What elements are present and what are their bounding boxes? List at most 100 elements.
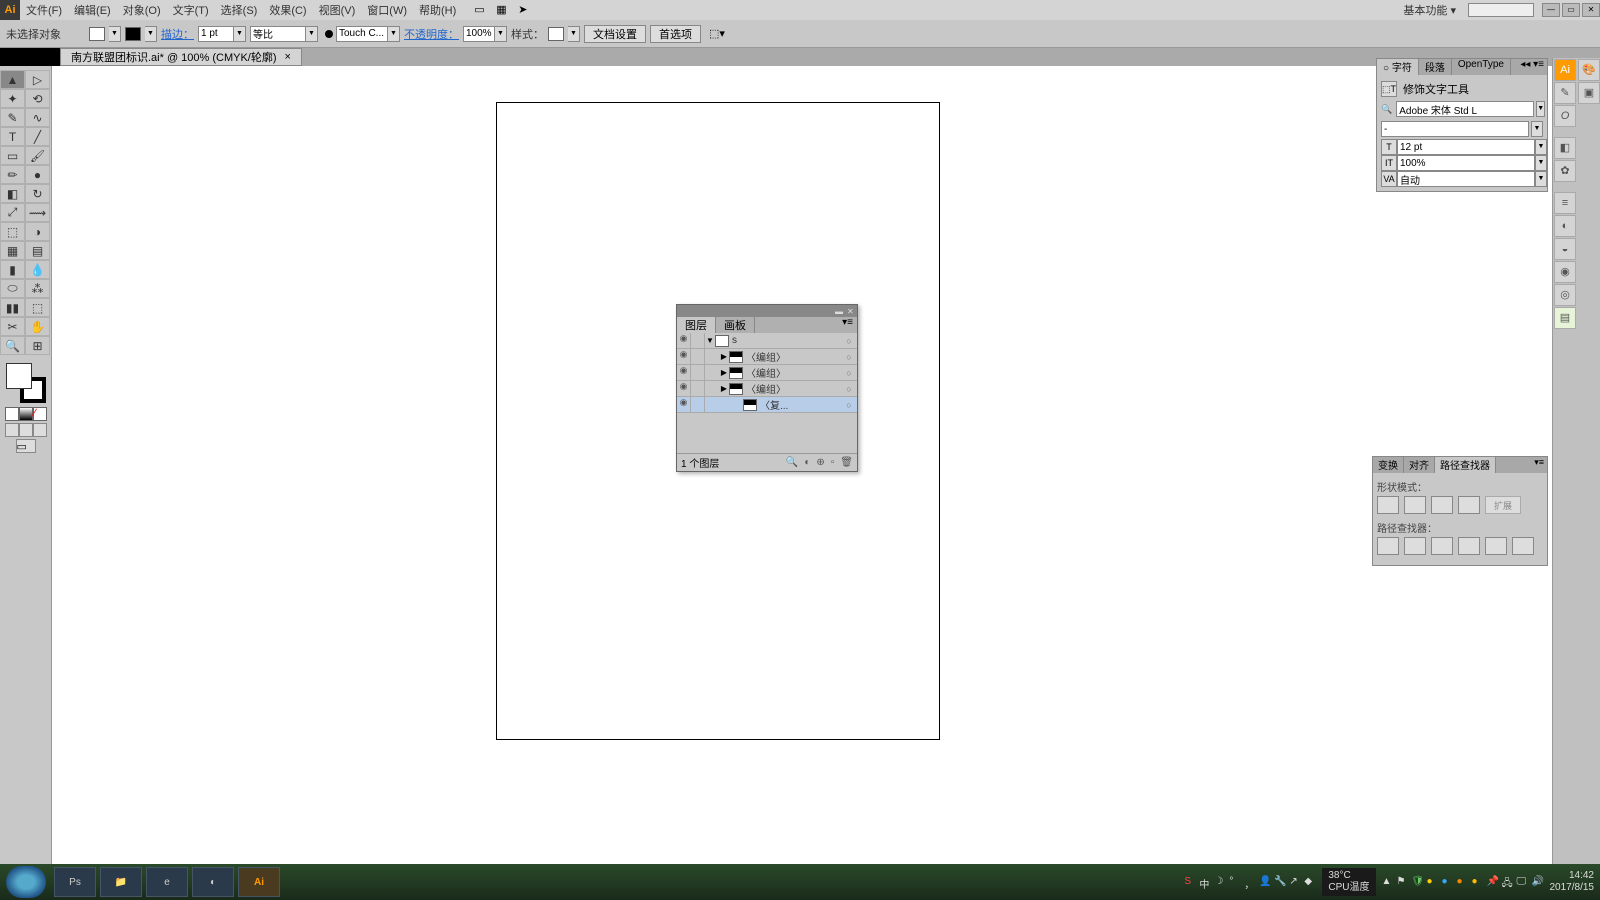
stroke-label[interactable]: 描边： xyxy=(161,26,194,42)
expand-button[interactable]: 扩展 xyxy=(1485,496,1521,514)
opacity-dropdown[interactable]: ▼ xyxy=(495,26,507,42)
shape-builder-tool[interactable]: ◑ xyxy=(25,222,50,241)
target-icon[interactable]: ○ xyxy=(841,368,857,378)
tray-monitor-icon[interactable]: 🖵 xyxy=(1517,876,1529,888)
screen-mode-icon[interactable]: ▭ xyxy=(16,439,36,453)
minus-front-button[interactable] xyxy=(1404,496,1426,514)
lock-toggle[interactable] xyxy=(691,333,705,349)
tray-dot-icon[interactable]: ● xyxy=(1472,876,1484,888)
disclosure-icon[interactable]: ▼ xyxy=(705,336,715,345)
brush-input[interactable] xyxy=(336,26,388,42)
scale-tool[interactable]: ⤢ xyxy=(0,203,25,222)
dock-libraries-icon[interactable]: ▣ xyxy=(1578,82,1600,104)
start-button[interactable] xyxy=(6,866,46,898)
minus-back-button[interactable] xyxy=(1512,537,1534,555)
clock[interactable]: 14:42 2017/8/15 xyxy=(1550,870,1595,894)
blend-tool[interactable]: ⬭ xyxy=(0,279,25,298)
arrange-icon[interactable]: ▦ xyxy=(496,3,510,17)
visibility-toggle[interactable]: ◉ xyxy=(677,349,691,365)
document-tab[interactable]: 南方联盟团标识.ai* @ 100% (CMYK/轮廓) × xyxy=(60,48,302,66)
tray-dot-icon[interactable]: ● xyxy=(1427,876,1439,888)
dock-swatches-icon[interactable]: ◧ xyxy=(1554,137,1576,159)
layer-row[interactable]: ◉▶〈编组〉○ xyxy=(677,381,857,397)
type-tool[interactable]: T xyxy=(0,127,25,146)
disclosure-icon[interactable]: ▶ xyxy=(719,368,729,377)
vscale-input[interactable] xyxy=(1397,155,1535,171)
lock-toggle[interactable] xyxy=(691,365,705,381)
tray-icon[interactable]: ， xyxy=(1244,876,1256,888)
tab-paragraph[interactable]: 段落 xyxy=(1419,59,1452,75)
menu-file[interactable]: 文件(F) xyxy=(20,2,68,18)
taskbar-illustrator[interactable]: Ai xyxy=(238,867,280,897)
style-swatch[interactable] xyxy=(548,27,564,41)
font-size-input[interactable] xyxy=(1397,139,1535,155)
intersect-button[interactable] xyxy=(1431,496,1453,514)
tray-pin-icon[interactable]: 📌 xyxy=(1487,876,1499,888)
dock-stroke-icon[interactable]: ≡ xyxy=(1554,192,1576,214)
stroke-swatch[interactable] xyxy=(125,27,141,41)
menu-view[interactable]: 视图(V) xyxy=(313,2,362,18)
minimize-button[interactable]: — xyxy=(1542,3,1560,17)
tray-icon[interactable]: ↗ xyxy=(1289,876,1301,888)
tab-artboards[interactable]: 画板 xyxy=(716,317,755,333)
none-mode-icon[interactable]: ∕ xyxy=(33,407,47,421)
close-panel-icon[interactable]: ✕ xyxy=(847,307,855,315)
eyedropper-tool[interactable]: 💧 xyxy=(25,260,50,279)
draw-behind-icon[interactable] xyxy=(19,423,33,437)
dock-brushes-icon[interactable]: ✎ xyxy=(1554,82,1576,104)
eraser-tool[interactable]: ◧ xyxy=(0,184,25,203)
delete-layer-icon[interactable]: 🗑 xyxy=(840,457,853,468)
tray-network-icon[interactable]: 🖧 xyxy=(1502,876,1514,888)
tray-up-icon[interactable]: ▲ xyxy=(1382,876,1394,888)
collapse-icon[interactable]: ▬ xyxy=(835,307,843,315)
dock-appearance-icon[interactable]: ◉ xyxy=(1554,261,1576,283)
tray-icon[interactable]: ◆ xyxy=(1304,876,1316,888)
fill-dropdown[interactable]: ▼ xyxy=(109,26,121,42)
taskbar-browser[interactable]: e xyxy=(146,867,188,897)
tab-character[interactable]: ○ 字符 xyxy=(1377,59,1419,75)
direct-selection-tool[interactable]: ▷ xyxy=(25,70,50,89)
send-icon[interactable]: ➤ xyxy=(518,3,532,17)
layer-name[interactable]: 〈编组〉 xyxy=(746,381,841,396)
trim-button[interactable] xyxy=(1404,537,1426,555)
temperature-widget[interactable]: 38°C CPU温度 xyxy=(1322,868,1375,896)
tray-flag-icon[interactable]: ⚑ xyxy=(1397,876,1409,888)
menu-effect[interactable]: 效果(C) xyxy=(263,2,312,18)
gradient-mode-icon[interactable] xyxy=(19,407,33,421)
stroke-weight-dropdown[interactable]: ▼ xyxy=(234,26,246,42)
document-setup-button[interactable]: 文档设置 xyxy=(584,25,646,43)
dock-layers-icon[interactable]: ▤ xyxy=(1554,307,1576,329)
tray-icon[interactable]: ☽ xyxy=(1214,876,1226,888)
layer-name[interactable]: s xyxy=(732,335,841,346)
touch-type-icon[interactable]: ⬚T xyxy=(1381,81,1397,97)
visibility-toggle[interactable]: ◉ xyxy=(677,397,691,413)
paintbrush-tool[interactable]: 🖌 xyxy=(25,146,50,165)
ime-icon[interactable]: S xyxy=(1184,876,1196,888)
vscale-dropdown[interactable]: ▼ xyxy=(1535,155,1547,171)
rectangle-tool[interactable]: ▭ xyxy=(0,146,25,165)
visibility-toggle[interactable]: ◉ xyxy=(677,381,691,397)
draw-normal-icon[interactable] xyxy=(5,423,19,437)
symbol-sprayer-tool[interactable]: ⁂ xyxy=(25,279,50,298)
menu-select[interactable]: 选择(S) xyxy=(215,2,264,18)
lock-toggle[interactable] xyxy=(691,349,705,365)
perspective-tool[interactable]: ▦ xyxy=(0,241,25,260)
dock-symbols-icon[interactable]: ✿ xyxy=(1554,160,1576,182)
tab-opentype[interactable]: OpenType xyxy=(1452,59,1511,75)
artboard-tool[interactable]: ⬚ xyxy=(25,298,50,317)
tray-icon[interactable]: ° xyxy=(1229,876,1241,888)
hand-tool[interactable]: ✋ xyxy=(25,317,50,336)
selection-tool[interactable]: ▲ xyxy=(0,70,25,89)
tray-icon[interactable]: 👤 xyxy=(1259,876,1271,888)
tray-shield-icon[interactable]: 🛡 xyxy=(1412,876,1424,888)
style-dropdown[interactable]: ▼ xyxy=(1531,121,1543,137)
taskbar-media[interactable]: ◐ xyxy=(192,867,234,897)
tab-pathfinder[interactable]: 路径查找器 xyxy=(1435,457,1496,473)
dock-transparency-icon[interactable]: ◒ xyxy=(1554,238,1576,260)
layer-row[interactable]: ◉▶〈编组〉○ xyxy=(677,365,857,381)
layer-row[interactable]: ◉▶〈编组〉○ xyxy=(677,349,857,365)
font-dropdown[interactable]: ▼ xyxy=(1536,101,1545,117)
width-tool[interactable]: ⟿ xyxy=(25,203,50,222)
lock-toggle[interactable] xyxy=(691,381,705,397)
pathfinder-menu-icon[interactable]: ▾≡ xyxy=(1531,457,1547,473)
